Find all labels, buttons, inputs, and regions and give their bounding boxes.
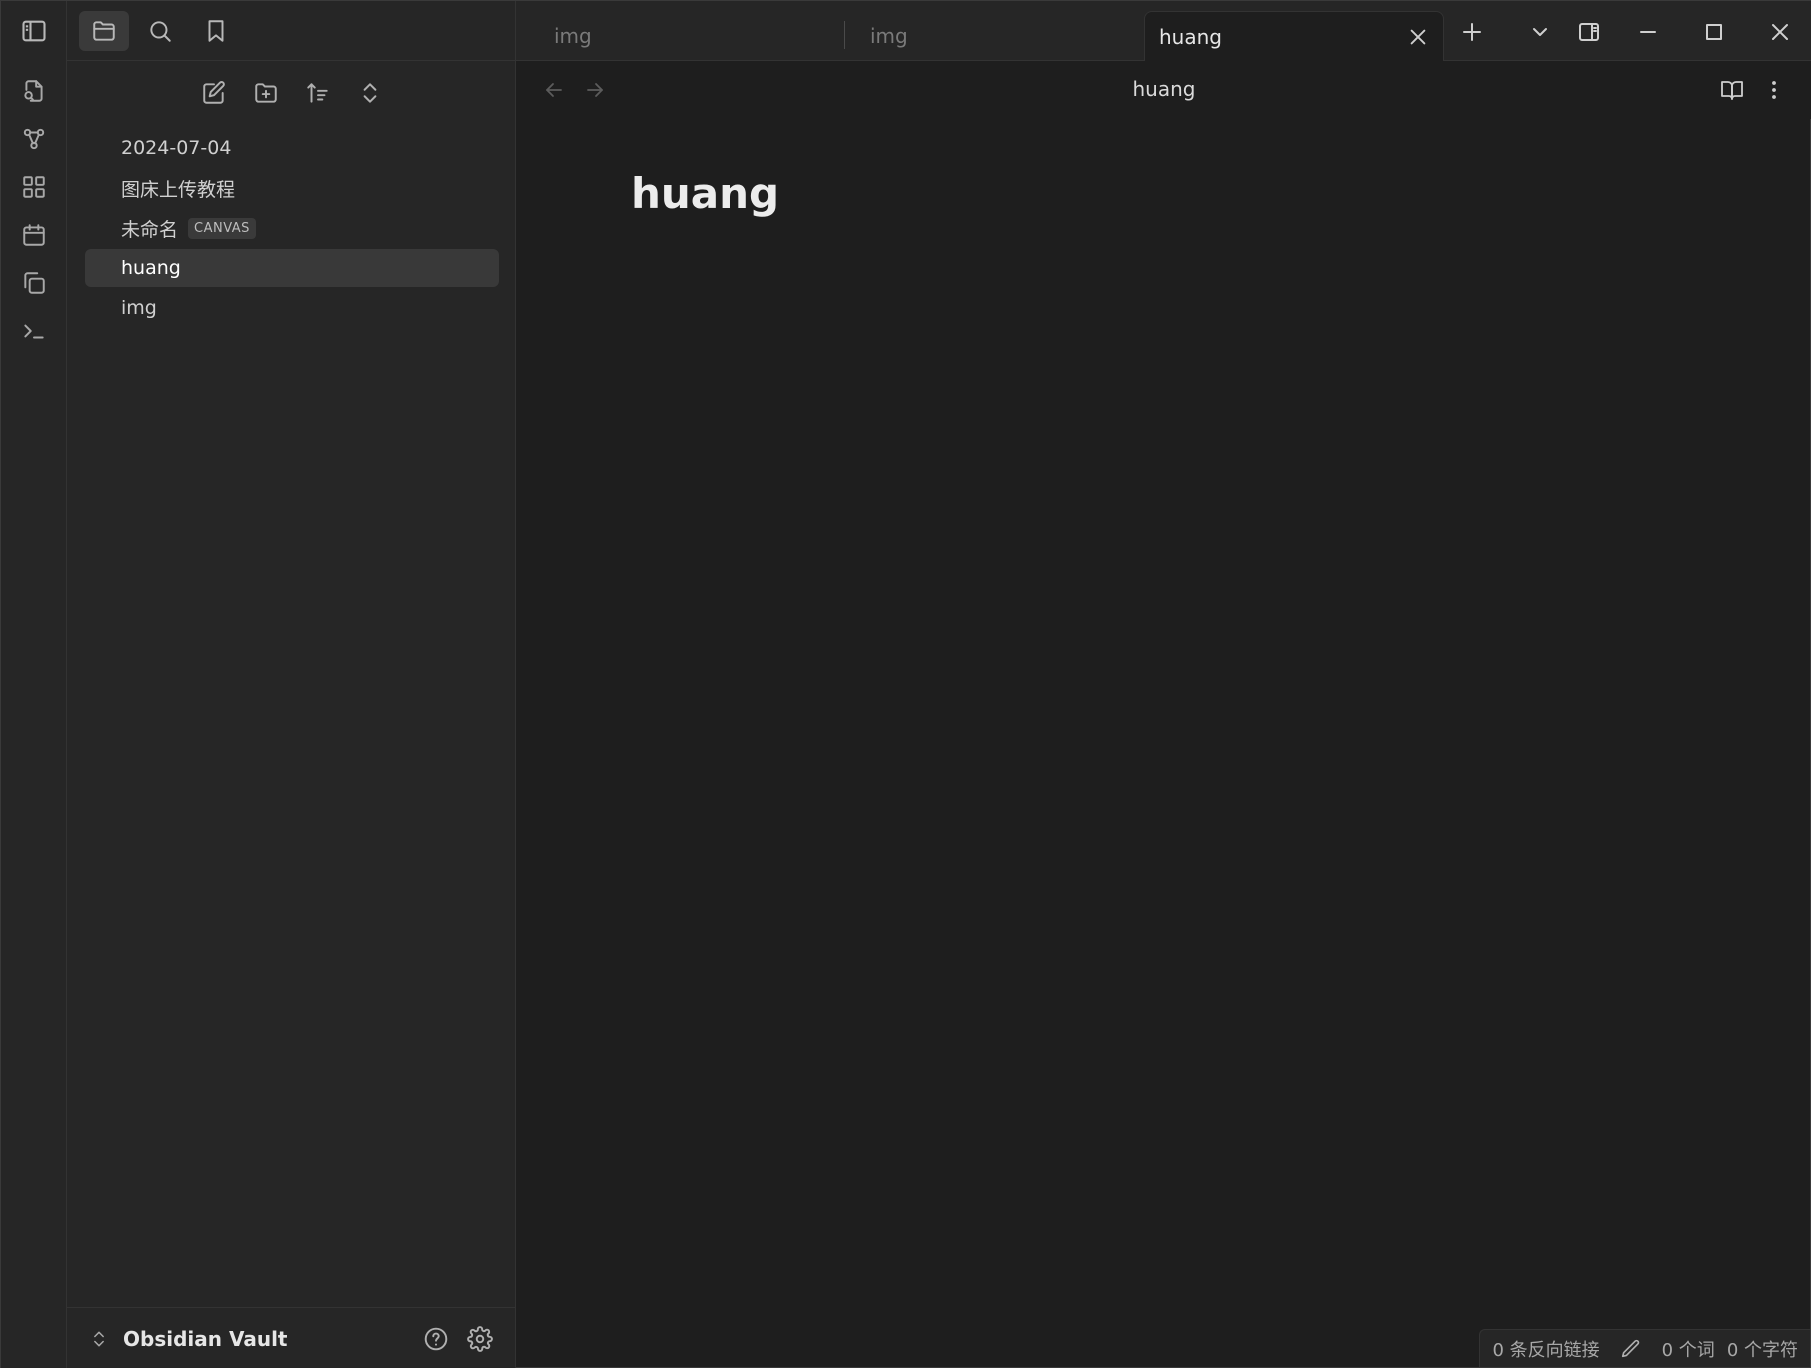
tab-img-1[interactable]: img — [540, 11, 606, 61]
word-count: 0 个词 — [1661, 1339, 1715, 1361]
tab-list-button[interactable] — [1520, 13, 1560, 51]
tab-label: img — [870, 24, 908, 48]
note-editor[interactable]: huang — [516, 119, 1811, 1329]
new-folder-icon — [254, 83, 277, 103]
file-item-label: 图床上传教程 — [121, 178, 236, 201]
navigate-back-button[interactable] — [536, 73, 572, 107]
close-icon — [1410, 29, 1426, 45]
file-search-icon — [24, 80, 43, 102]
pencil-icon — [1621, 1339, 1639, 1357]
char-count: 0 个字符 — [1726, 1339, 1798, 1361]
more-vertical-icon — [1772, 81, 1776, 99]
tab-label: img — [554, 24, 592, 48]
file-explorer-tab[interactable] — [79, 10, 129, 51]
graph-view-button[interactable] — [12, 117, 56, 161]
more-options-button[interactable] — [1756, 73, 1792, 107]
calendar-icon — [23, 224, 45, 246]
obsidian-window: 2024-07-04 图床上传教程 未命名 CANVAS huang img O… — [0, 0, 1811, 1368]
new-folder-button[interactable] — [246, 73, 286, 113]
right-sidebar-toggle-button[interactable] — [1569, 13, 1609, 51]
graph-icon — [23, 128, 45, 150]
sort-button[interactable] — [298, 73, 338, 113]
collapse-icon — [363, 83, 376, 103]
note-inline-title[interactable]: huang — [631, 169, 779, 218]
file-item[interactable]: 图床上传教程 — [85, 169, 499, 207]
help-icon — [424, 1327, 448, 1350]
arrow-left-icon — [546, 83, 562, 97]
file-type-badge: CANVAS — [188, 217, 256, 239]
new-note-button[interactable] — [194, 73, 234, 113]
sidebar-toggle-button[interactable] — [1, 1, 67, 61]
chevron-up-down-icon — [94, 1331, 104, 1346]
arrow-right-icon — [587, 83, 603, 97]
sidebar-toggle-icon — [22, 20, 46, 42]
quick-switcher-button[interactable] — [12, 69, 56, 113]
file-explorer-actions — [67, 69, 516, 117]
file-item[interactable]: 2024-07-04 — [85, 129, 499, 167]
collapse-all-button[interactable] — [350, 73, 390, 113]
sort-icon — [306, 83, 328, 103]
view-header-title-text[interactable]: huang — [1133, 77, 1196, 101]
tab-divider — [844, 21, 845, 49]
new-note-icon — [202, 81, 225, 104]
file-item-active[interactable]: huang — [85, 249, 499, 287]
tab-bar: img img huang — [516, 1, 1811, 61]
sidebar-tab-header — [67, 1, 516, 61]
maximize-button[interactable] — [1694, 13, 1734, 51]
tab-img-2[interactable]: img — [856, 11, 922, 61]
tab-close-button[interactable] — [1405, 24, 1431, 50]
backlinks-count[interactable]: 0 条反向链接 — [1492, 1336, 1599, 1362]
search-tab[interactable] — [135, 11, 185, 51]
close-window-button[interactable] — [1760, 13, 1800, 51]
file-tree: 2024-07-04 图床上传教程 未命名 CANVAS huang img — [85, 129, 499, 329]
gear-icon — [467, 1325, 493, 1352]
status-bar: 0 条反向链接 0 个词 0 个字符 — [1479, 1329, 1810, 1367]
file-item[interactable]: img — [85, 289, 499, 327]
close-icon — [1772, 24, 1788, 40]
file-item-label: 2024-07-04 — [121, 137, 232, 159]
bookmarks-tab[interactable] — [191, 11, 241, 51]
editing-mode-button[interactable] — [1620, 1338, 1642, 1360]
terminal-icon — [24, 324, 44, 339]
file-item[interactable]: 未命名 CANVAS — [85, 209, 499, 247]
new-tab-button[interactable] — [1452, 13, 1492, 51]
canvas-button[interactable] — [12, 165, 56, 209]
tab-label: huang — [1159, 24, 1222, 49]
daily-note-button[interactable] — [12, 213, 56, 257]
command-palette-button[interactable] — [12, 309, 56, 353]
plus-icon — [1463, 23, 1481, 41]
ribbon-actions — [1, 69, 67, 357]
file-item-label: 未命名 — [121, 218, 179, 241]
minimize-icon — [1640, 31, 1656, 33]
templates-button[interactable] — [12, 261, 56, 305]
settings-button[interactable] — [460, 1319, 500, 1359]
folder-icon — [93, 20, 115, 41]
file-item-label: huang — [121, 257, 181, 279]
maximize-icon — [1706, 24, 1722, 40]
navigate-forward-button[interactable] — [577, 73, 613, 107]
view-header: huang — [516, 61, 1811, 119]
chevron-down-icon — [1533, 28, 1547, 36]
copy-icon — [24, 272, 45, 294]
view-header-title: huang — [516, 77, 1811, 101]
file-item-label: img — [121, 297, 157, 319]
vault-switcher[interactable]: Obsidian Vault — [89, 1327, 412, 1351]
blocks-icon — [23, 176, 45, 198]
sidebar-right-icon — [1579, 23, 1599, 41]
help-button[interactable] — [416, 1319, 456, 1359]
file-explorer-sidebar: 2024-07-04 图床上传教程 未命名 CANVAS huang img O… — [67, 1, 516, 1368]
reading-view-button[interactable] — [1714, 73, 1750, 107]
vault-name: Obsidian Vault — [123, 1326, 288, 1351]
left-ribbon — [1, 1, 67, 1368]
search-icon — [150, 20, 171, 42]
book-open-icon — [1721, 81, 1743, 100]
minimize-button[interactable] — [1628, 13, 1668, 51]
bookmark-icon — [208, 19, 224, 42]
vault-footer: Obsidian Vault — [67, 1307, 516, 1368]
tab-huang[interactable]: huang — [1144, 11, 1444, 61]
